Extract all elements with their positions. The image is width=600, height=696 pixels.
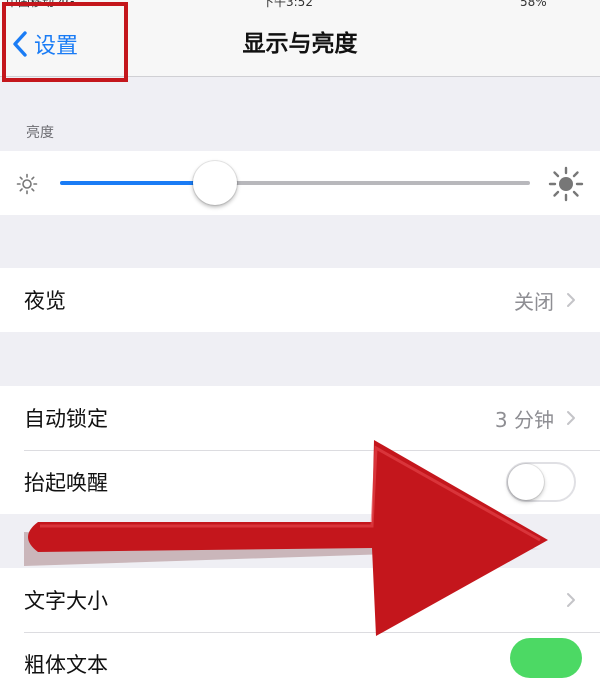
text-size-label: 文字大小 [24,589,108,613]
auto-lock-label: 自动锁定 [24,407,108,431]
battery-label: 58% [520,0,547,9]
raise-to-wake-label: 抬起唤醒 [24,471,108,495]
slider-knob[interactable] [193,161,238,205]
lock-group: 自动锁定 3 分钟 抬起唤醒 [0,386,600,514]
brightness-section-header: 亮度 [26,125,54,141]
slider-track-filled [60,181,216,185]
bold-text-toggle[interactable] [510,638,582,678]
raise-to-wake-toggle[interactable] [506,462,576,502]
night-shift-row[interactable]: 夜览 关闭 [0,268,600,332]
sun-large-icon [548,166,584,202]
auto-lock-row[interactable]: 自动锁定 3 分钟 [0,386,600,450]
auto-lock-value: 3 分钟 [494,407,554,432]
brightness-group [0,151,600,215]
bold-text-label: 粗体文本 [24,653,108,677]
night-shift-label: 夜览 [24,289,66,313]
slider-track-empty [215,181,530,185]
toggle-knob [508,464,544,500]
text-size-row[interactable]: 文字大小 [0,568,600,632]
text-group: 文字大小 粗体文本 [0,568,600,696]
night-shift-group: 夜览 关闭 [0,268,600,332]
chevron-right-icon [567,411,575,425]
status-time: 下午3:52 [262,0,313,9]
annotation-highlight-box [2,2,128,82]
chevron-right-icon [567,593,575,607]
brightness-slider[interactable] [0,151,600,215]
night-shift-value: 关闭 [514,289,554,314]
chevron-right-icon [567,293,575,307]
raise-to-wake-row: 抬起唤醒 [0,450,600,514]
sun-small-icon [16,173,38,195]
